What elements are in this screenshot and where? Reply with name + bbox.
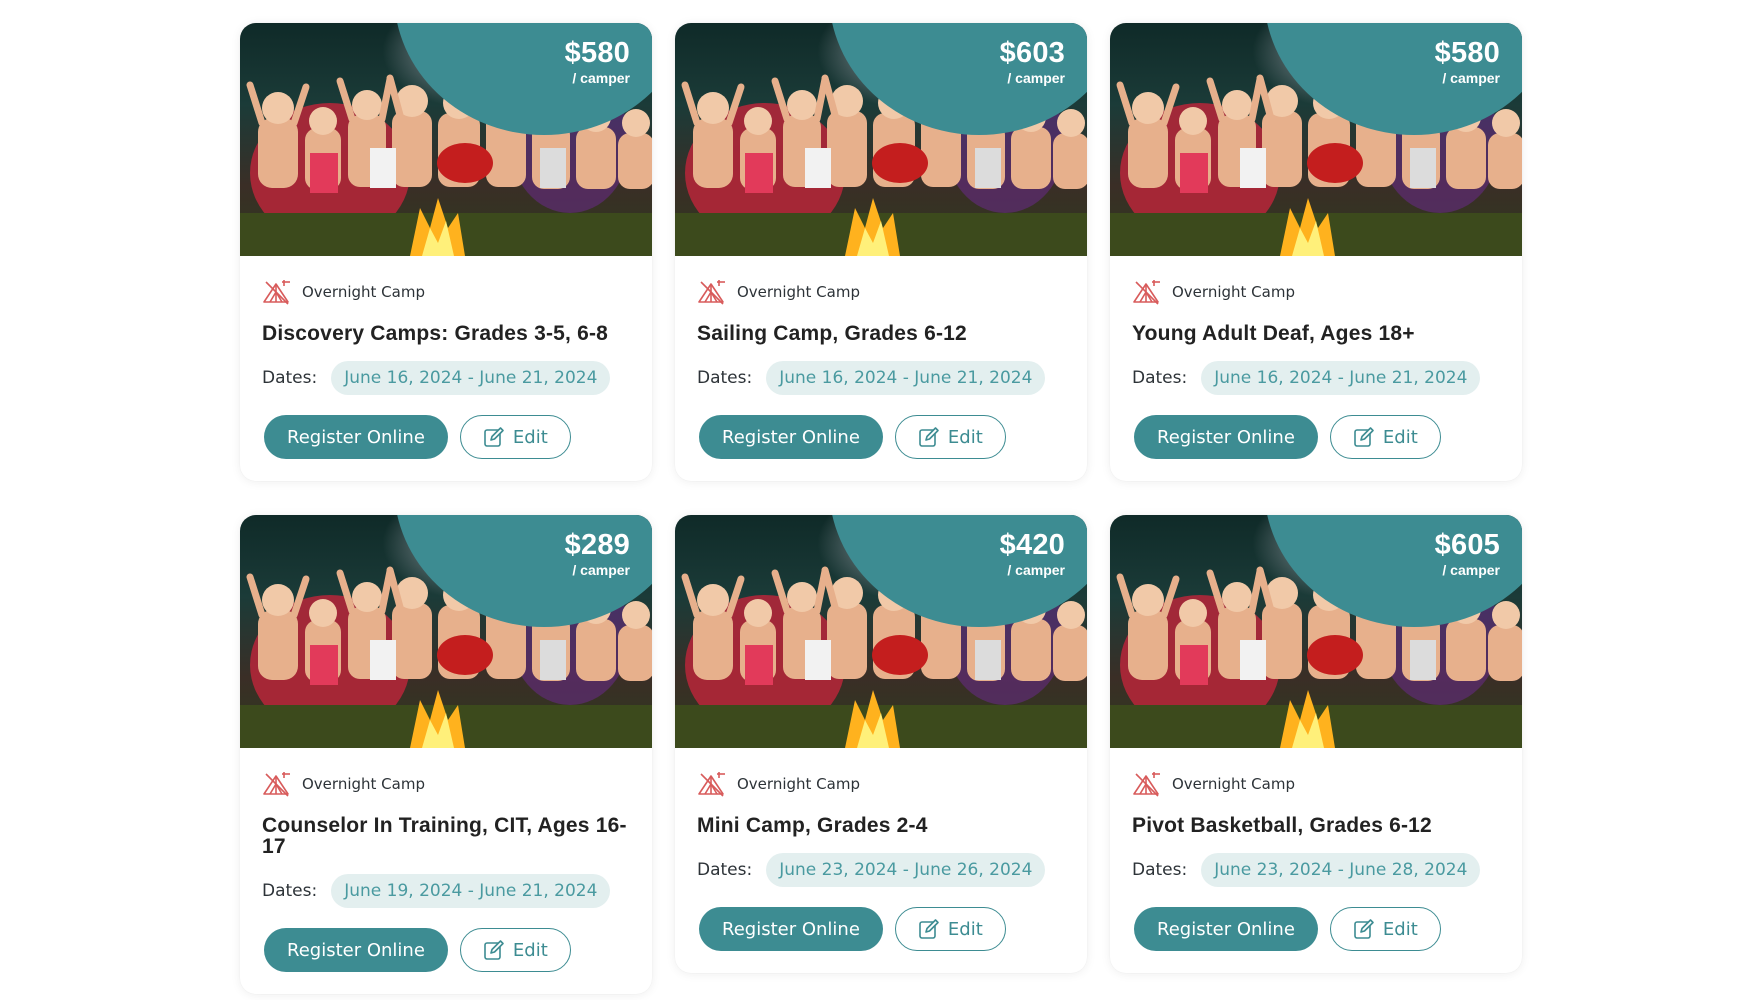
register-online-button[interactable]: Register Online <box>264 928 448 972</box>
edit-button[interactable]: Edit <box>894 415 1006 459</box>
register-online-button[interactable]: Register Online <box>1134 907 1318 951</box>
camp-title: Sailing Camp, Grades 6-12 <box>697 322 967 345</box>
dates-label: Dates: <box>697 860 753 880</box>
camp-photo: $289 / camper <box>240 515 652 748</box>
campsite-tent-icon <box>1132 278 1162 306</box>
edit-pencil-icon <box>918 918 940 940</box>
price-amount: $605 <box>1434 529 1500 561</box>
edit-label: Edit <box>1382 918 1418 940</box>
edit-label: Edit <box>947 918 983 940</box>
dates-label: Dates: <box>1132 368 1188 388</box>
price-unit: / camper <box>1442 562 1500 578</box>
edit-button[interactable]: Edit <box>459 928 571 972</box>
edit-button[interactable]: Edit <box>459 415 571 459</box>
camp-photo: $420 / camper <box>675 515 1087 748</box>
edit-label: Edit <box>1382 426 1418 448</box>
camp-photo: $580 / camper <box>240 23 652 256</box>
camp-card: $420 / camper Overnight Camp Mini Camp, … <box>675 515 1087 973</box>
dates-value: June 23, 2024 - June 26, 2024 <box>766 853 1046 887</box>
price-amount: $603 <box>999 37 1065 69</box>
camp-card: $580 / camper <box>1110 23 1522 481</box>
edit-pencil-icon <box>1353 426 1375 448</box>
register-online-button[interactable]: Register Online <box>699 415 883 459</box>
dates-value: June 16, 2024 - June 21, 2024 <box>766 361 1046 395</box>
camp-cards-grid: $580 / camper Overnight Camp Discovery C… <box>240 23 1522 994</box>
dates-label: Dates: <box>262 368 318 388</box>
edit-pencil-icon <box>918 426 940 448</box>
edit-label: Edit <box>947 426 983 448</box>
camp-title: Discovery Camps: Grades 3-5, 6-8 <box>262 322 609 345</box>
price-unit: / camper <box>572 562 630 578</box>
camp-card: $580 / camper <box>240 23 652 481</box>
dates-value: June 16, 2024 - June 21, 2024 <box>331 361 611 395</box>
price-unit: / camper <box>1442 70 1500 86</box>
camp-title: Counselor In Training, CIT, Ages 16-17 <box>262 814 627 858</box>
camp-title: Mini Camp, Grades 2-4 <box>697 814 928 837</box>
campsite-tent-icon <box>262 770 292 798</box>
dates-label: Dates: <box>1132 860 1188 880</box>
register-online-button[interactable]: Register Online <box>264 415 448 459</box>
register-online-button[interactable]: Register Online <box>1134 415 1318 459</box>
price-unit: / camper <box>1007 70 1065 86</box>
dates-value: June 16, 2024 - June 21, 2024 <box>1201 361 1481 395</box>
campsite-tent-icon <box>697 278 727 306</box>
price-unit: / camper <box>1007 562 1065 578</box>
camp-type-label: Overnight Camp <box>302 283 425 301</box>
edit-button[interactable]: Edit <box>1329 415 1441 459</box>
dates-value: June 19, 2024 - June 21, 2024 <box>331 874 611 908</box>
camp-type-label: Overnight Camp <box>1172 283 1295 301</box>
edit-pencil-icon <box>1353 918 1375 940</box>
dates-label: Dates: <box>697 368 753 388</box>
camp-type-label: Overnight Camp <box>737 775 860 793</box>
edit-button[interactable]: Edit <box>894 907 1006 951</box>
camp-card: $289 / camper Overnight Camp Counselor I… <box>240 515 652 994</box>
camp-card: $605 / camper Overnight Camp Pivot Baske… <box>1110 515 1522 973</box>
camp-photo: $580 / camper <box>1110 23 1522 256</box>
campsite-tent-icon <box>1132 770 1162 798</box>
price-amount: $289 <box>564 529 630 561</box>
campsite-tent-icon <box>262 278 292 306</box>
edit-label: Edit <box>512 939 548 961</box>
price-unit: / camper <box>572 70 630 86</box>
camp-card: $603 / camper Overnight Camp Sailing Cam… <box>675 23 1087 481</box>
camp-title: Young Adult Deaf, Ages 18+ <box>1132 322 1415 345</box>
edit-label: Edit <box>512 426 548 448</box>
price-amount: $580 <box>564 37 630 69</box>
campsite-tent-icon <box>697 770 727 798</box>
price-amount: $420 <box>999 529 1065 561</box>
dates-value: June 23, 2024 - June 28, 2024 <box>1201 853 1481 887</box>
camp-title: Pivot Basketball, Grades 6-12 <box>1132 814 1432 837</box>
register-online-button[interactable]: Register Online <box>699 907 883 951</box>
edit-pencil-icon <box>483 426 505 448</box>
camp-photo: $605 / camper <box>1110 515 1522 748</box>
edit-pencil-icon <box>483 939 505 961</box>
camp-type-label: Overnight Camp <box>1172 775 1295 793</box>
dates-label: Dates: <box>262 881 318 901</box>
edit-button[interactable]: Edit <box>1329 907 1441 951</box>
camp-type-label: Overnight Camp <box>737 283 860 301</box>
price-amount: $580 <box>1434 37 1500 69</box>
camp-photo: $603 / camper <box>675 23 1087 256</box>
camp-type-label: Overnight Camp <box>302 775 425 793</box>
